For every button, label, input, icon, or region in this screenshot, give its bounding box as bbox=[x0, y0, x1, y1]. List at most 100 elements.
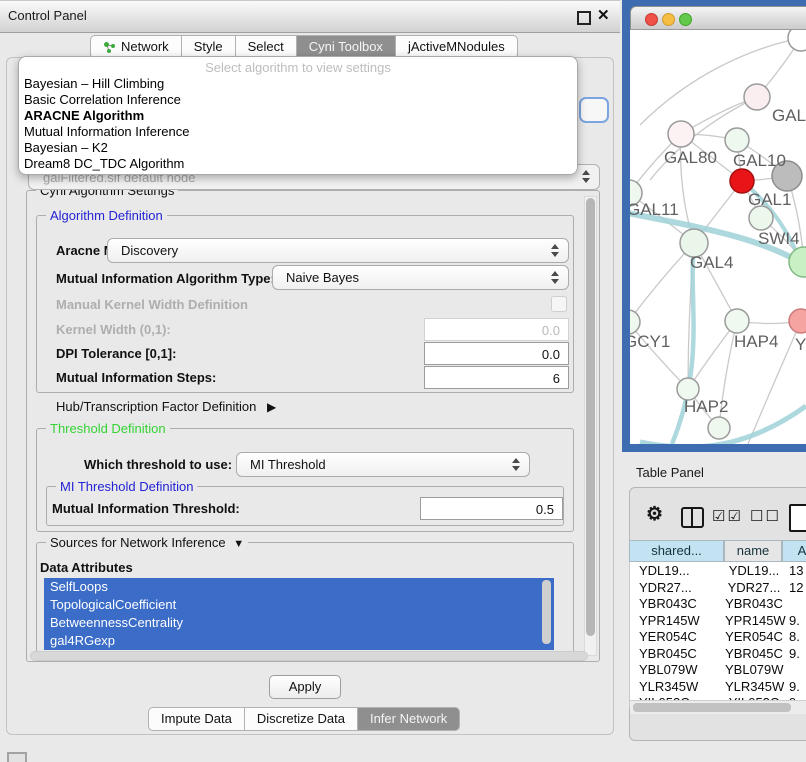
column-header-name[interactable]: name bbox=[724, 540, 782, 562]
hide-columns-icon[interactable]: ☐☐ bbox=[750, 507, 781, 525]
cyni-bottom-tabbar: Impute Data Discretize DataInfer Network bbox=[148, 707, 460, 731]
network-icon bbox=[103, 41, 116, 54]
data-attributes-list[interactable]: SelfLoopsTopologicalCoefficientBetweenne… bbox=[44, 578, 554, 650]
table-cell[interactable]: 9. bbox=[789, 678, 806, 695]
table-cell[interactable]: YDR27... bbox=[725, 579, 783, 596]
table-row[interactable]: YPR145WYPR145W 9. bbox=[630, 612, 806, 629]
sources-legend[interactable]: Sources for Network Inference ▼ bbox=[46, 535, 248, 550]
tab-infer-network[interactable]: Infer Network bbox=[357, 707, 460, 731]
table-row[interactable]: YDR27...YDR27... 12 bbox=[630, 579, 806, 596]
table-hscrollbar-thumb[interactable] bbox=[633, 703, 791, 712]
screen: Control Panel ✕ NetworkStyleSelectCyni T… bbox=[0, 0, 806, 762]
table-row[interactable]: YBL079WYBL079W bbox=[630, 661, 806, 678]
attribute-item-topologicalcoefficient[interactable]: TopologicalCoefficient bbox=[44, 596, 554, 614]
table-cell[interactable]: 9. bbox=[789, 645, 806, 662]
minimize-traffic-light-icon[interactable] bbox=[662, 13, 675, 26]
attribute-list-scrollbar[interactable] bbox=[542, 580, 551, 644]
which-threshold-combobox[interactable]: MI Threshold bbox=[236, 452, 530, 477]
table-cell[interactable]: YBL079W bbox=[725, 661, 783, 678]
algorithm-option-mutual-information-inference[interactable]: Mutual Information Inference bbox=[19, 124, 577, 140]
table-cell[interactable]: YLR345W bbox=[725, 678, 783, 695]
tab-impute-data[interactable]: Impute Data bbox=[148, 707, 244, 731]
table-cell[interactable]: YBR045C bbox=[639, 645, 723, 662]
table-cell[interactable]: YDL19... bbox=[639, 562, 723, 579]
network-node[interactable] bbox=[789, 247, 806, 277]
table-row[interactable]: YDL19...YDL19... 13 bbox=[630, 562, 806, 579]
table-cell[interactable]: 8. bbox=[789, 628, 806, 645]
table-cell[interactable]: YBR045C bbox=[725, 645, 783, 662]
mi-threshold-input[interactable]: 0.5 bbox=[420, 497, 563, 520]
network-node-label: GAL11 bbox=[630, 200, 679, 219]
algorithm-combobox-edge[interactable] bbox=[579, 97, 609, 123]
table-cell[interactable]: YPR145W bbox=[639, 612, 723, 629]
attribute-item-betweennesscentrality[interactable]: BetweennessCentrality bbox=[44, 614, 554, 632]
apply-button[interactable]: Apply bbox=[269, 675, 341, 699]
network-node[interactable] bbox=[708, 417, 730, 439]
network-node-label: GCY1 bbox=[630, 332, 670, 351]
mi-steps-input[interactable]: 6 bbox=[424, 366, 569, 389]
algorithm-option-basic-correlation-inference[interactable]: Basic Correlation Inference bbox=[19, 92, 577, 108]
table-cell[interactable]: 13 bbox=[789, 562, 806, 579]
network-node[interactable] bbox=[788, 30, 806, 51]
column-header-a[interactable]: A bbox=[782, 540, 806, 562]
stepper-icon bbox=[512, 458, 521, 471]
network-graph[interactable]: GAL2GAL80GAL10GAL1GAL11SWI4GAL4GCY1HAP4Y… bbox=[630, 30, 806, 444]
column-header-shared[interactable]: shared... bbox=[629, 540, 724, 562]
gear-icon[interactable]: ⚙ bbox=[646, 503, 663, 526]
network-node-swi4[interactable] bbox=[749, 206, 773, 230]
close-traffic-light-icon[interactable] bbox=[645, 13, 658, 26]
aracne-mode-combobox[interactable]: Discovery bbox=[107, 238, 569, 263]
table-cell[interactable]: YER054C bbox=[725, 628, 783, 645]
mi-type-combobox[interactable]: Naive Bayes bbox=[272, 265, 569, 290]
minimized-panel-icon[interactable] bbox=[7, 752, 27, 762]
table-cell[interactable]: YDL19... bbox=[725, 562, 783, 579]
table-cell[interactable]: 9. bbox=[789, 612, 806, 629]
kernel-width-input[interactable]: 0.0 bbox=[424, 318, 569, 341]
table-row[interactable]: YBR045CYBR045C 9. bbox=[630, 645, 806, 662]
table-hscrollbar[interactable] bbox=[630, 700, 806, 714]
show-columns-icon[interactable]: ☑☑ bbox=[712, 507, 743, 525]
network-node-gal2[interactable] bbox=[744, 84, 770, 110]
close-icon[interactable]: ✕ bbox=[597, 6, 610, 24]
table-cell[interactable]: YLR345W bbox=[639, 678, 723, 695]
table-cell[interactable]: YPR145W bbox=[725, 612, 783, 629]
network-node-gcy1[interactable] bbox=[630, 310, 640, 334]
table-cell[interactable]: YBR043C bbox=[639, 595, 723, 612]
algorithm-dropdown-popup: Select algorithm to view settings Bayesi… bbox=[18, 56, 578, 175]
settings-scrollbar-thumb[interactable] bbox=[586, 198, 595, 636]
node-table[interactable]: YDL19...YDL19...13YDR27...YDR27...12YBR0… bbox=[629, 562, 806, 708]
tab-discretize-data[interactable]: Discretize Data bbox=[244, 707, 357, 731]
network-canvas[interactable]: GAL2GAL80GAL10GAL1GAL11SWI4GAL4GCY1HAP4Y… bbox=[630, 30, 806, 444]
table-cell[interactable]: YBL079W bbox=[639, 661, 723, 678]
table-row[interactable]: YBR043CYBR043C bbox=[630, 595, 806, 612]
attribute-item-selfloops[interactable]: SelfLoops bbox=[44, 578, 554, 596]
table-cell[interactable]: YBR043C bbox=[725, 595, 783, 612]
table-row[interactable]: YLR345WYLR345W 9. bbox=[630, 678, 806, 695]
table-cell[interactable]: YER054C bbox=[639, 628, 723, 645]
algorithm-option-bayesian-hill-climbing[interactable]: Bayesian – Hill Climbing bbox=[19, 76, 577, 92]
algorithm-option-dream8-dc-tdc-algorithm[interactable]: Dream8 DC_TDC Algorithm bbox=[19, 156, 577, 172]
network-node-gal10[interactable] bbox=[725, 128, 749, 152]
manual-kernel-checkbox[interactable] bbox=[551, 296, 567, 312]
algorithm-option-bayesian-k2[interactable]: Bayesian – K2 bbox=[19, 140, 577, 156]
table-cell[interactable]: YDR27... bbox=[639, 579, 723, 596]
network-node-gal80[interactable] bbox=[668, 121, 694, 147]
zoom-traffic-light-icon[interactable] bbox=[679, 13, 692, 26]
export-table-icon[interactable] bbox=[789, 504, 806, 532]
algorithm-option-aracne-algorithm[interactable]: ARACNE Algorithm bbox=[19, 108, 577, 124]
network-window-titlebar[interactable] bbox=[630, 6, 806, 30]
network-node-y[interactable] bbox=[789, 309, 806, 333]
hub-definition-toggle[interactable]: Hub/Transcription Factor Definition ▶ bbox=[56, 399, 276, 414]
settings-hscrollbar-thumb[interactable] bbox=[30, 651, 588, 661]
network-edge[interactable] bbox=[630, 243, 694, 322]
table-cell[interactable]: 12 bbox=[789, 579, 806, 596]
network-node-label: GAL1 bbox=[748, 190, 791, 209]
column-layout-icon[interactable] bbox=[681, 507, 704, 528]
tab-label: Impute Data bbox=[161, 708, 232, 730]
table-row[interactable]: YER054CYER054C 8. bbox=[630, 628, 806, 645]
stepper-icon bbox=[551, 244, 560, 257]
network-node-hap4[interactable] bbox=[725, 309, 749, 333]
float-window-icon[interactable] bbox=[577, 11, 591, 25]
dpi-tolerance-input[interactable]: 0.0 bbox=[424, 342, 569, 365]
attribute-item-gal4rgexp[interactable]: gal4RGexp bbox=[44, 632, 554, 650]
